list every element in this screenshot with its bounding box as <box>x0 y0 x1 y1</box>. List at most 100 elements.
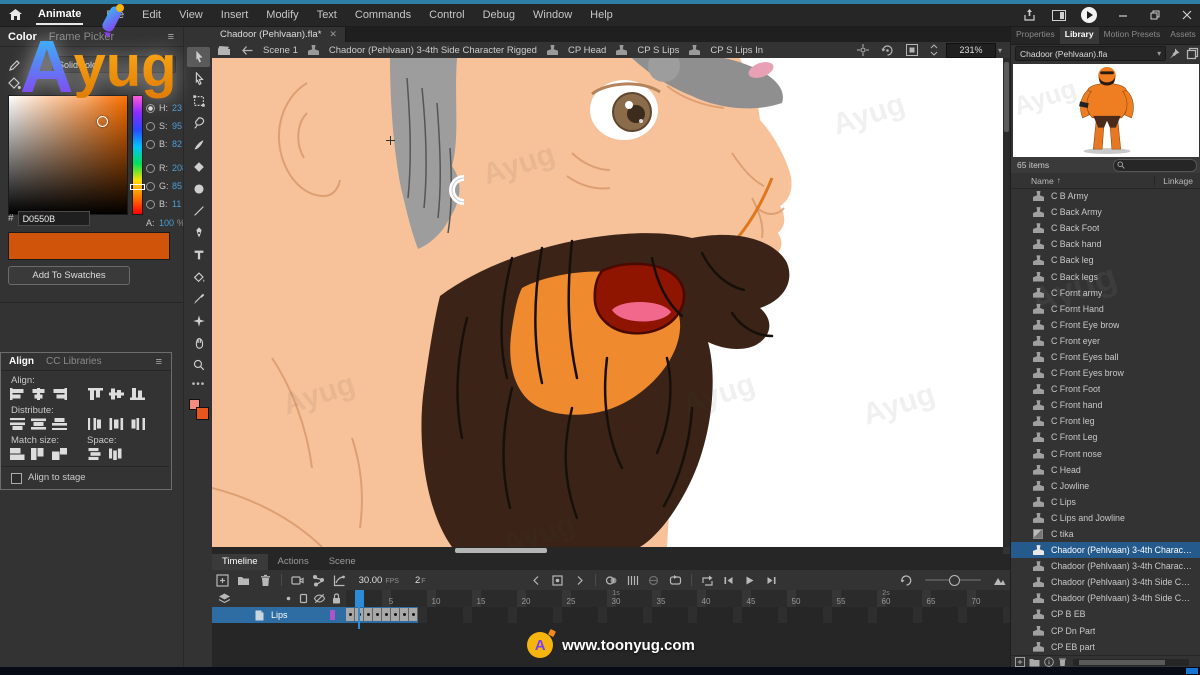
loop-range-icon[interactable] <box>698 572 717 588</box>
hex-value-field[interactable]: D0550B <box>18 211 90 226</box>
new-library-panel-icon[interactable] <box>1185 46 1200 62</box>
library-search-input[interactable] <box>1113 159 1197 172</box>
match-height-button[interactable] <box>30 447 47 460</box>
zoom-level-field[interactable]: 231% <box>946 43 996 58</box>
vscroll-thumb[interactable] <box>1004 62 1009 132</box>
breadcrumb-symbol-4[interactable]: CP S Lips In <box>710 45 763 56</box>
timeline-zoom-knob[interactable] <box>949 575 960 586</box>
blue-radio[interactable] <box>146 200 155 209</box>
tool-eraser[interactable] <box>187 157 210 177</box>
hscroll-thumb[interactable] <box>455 548 547 553</box>
menu-insert[interactable]: Insert <box>221 9 249 21</box>
keyframe[interactable] <box>400 608 409 621</box>
tool-zoom[interactable] <box>187 355 210 375</box>
previous-keyframe-icon[interactable] <box>527 572 546 588</box>
tool-fluid-brush[interactable] <box>187 135 210 155</box>
current-frame-value[interactable]: 2 <box>415 575 420 586</box>
insert-keyframe-icon[interactable] <box>548 572 567 588</box>
list-item[interactable]: C Back hand <box>1011 236 1200 252</box>
tab-color[interactable]: Color <box>8 31 37 43</box>
delete-icon[interactable] <box>256 572 275 588</box>
center-stage-icon[interactable] <box>857 44 869 56</box>
tab-actions[interactable]: Actions <box>268 554 319 570</box>
menu-modify[interactable]: Modify <box>266 9 298 21</box>
tool-eyedropper[interactable] <box>187 289 210 309</box>
menu-window[interactable]: Window <box>533 9 572 21</box>
list-item[interactable]: C Front eyer <box>1011 333 1200 349</box>
edit-multiple-frames-icon[interactable] <box>644 572 663 588</box>
sort-ascending-icon[interactable]: ↑ <box>1057 176 1061 185</box>
hue-slider-handle[interactable] <box>130 184 145 190</box>
menu-debug[interactable]: Debug <box>483 9 515 21</box>
list-item[interactable]: CP EB part <box>1011 639 1200 655</box>
tool-subselection[interactable] <box>187 69 210 89</box>
match-both-button[interactable] <box>51 447 68 460</box>
list-item[interactable]: C Front Eyes ball <box>1011 349 1200 365</box>
keyframe[interactable] <box>409 608 418 621</box>
list-item[interactable]: Chadoor (Pehlvaan) 3-4th Side Cha... <box>1011 574 1200 590</box>
tab-properties[interactable]: Properties <box>1011 27 1060 44</box>
menu-edit[interactable]: Edit <box>142 9 161 21</box>
restore-button[interactable] <box>1142 7 1168 23</box>
keyframe[interactable] <box>364 608 373 621</box>
rotate-stage-icon[interactable] <box>881 44 894 56</box>
library-hscrollbar[interactable] <box>1073 659 1189 666</box>
list-item[interactable]: C Front Eye brow <box>1011 317 1200 333</box>
list-item[interactable]: C Back legs <box>1011 268 1200 284</box>
list-item[interactable]: CP B EB <box>1011 606 1200 622</box>
tool-oval[interactable] <box>187 179 210 199</box>
current-color-swatch[interactable] <box>8 232 170 260</box>
list-item[interactable]: C Front leg <box>1011 413 1200 429</box>
hide-layers-icon[interactable] <box>312 591 327 607</box>
tool-selection[interactable] <box>187 47 210 67</box>
step-forward-icon[interactable] <box>762 572 781 588</box>
tab-library[interactable]: Library <box>1060 27 1099 44</box>
item-properties-icon[interactable] <box>1044 657 1054 667</box>
align-center-v-button[interactable] <box>108 387 125 400</box>
new-symbol-icon[interactable] <box>1015 657 1025 667</box>
workspace-icon[interactable] <box>1048 7 1070 23</box>
list-item[interactable]: C Front Eyes brow <box>1011 365 1200 381</box>
fill-color-icon[interactable] <box>8 77 21 90</box>
match-width-button[interactable] <box>9 447 26 460</box>
back-arrow-icon[interactable] <box>242 46 253 55</box>
tab-motion-presets[interactable]: Motion Presets <box>1099 27 1166 44</box>
parenting-view-icon[interactable] <box>309 572 328 588</box>
library-document-dropdown[interactable]: Chadoor (Pehlvaan).fla▾ <box>1015 46 1166 61</box>
list-item[interactable]: C B Army <box>1011 188 1200 204</box>
frames-view-icon[interactable] <box>990 572 1009 588</box>
fps-value[interactable]: 30.00 <box>359 575 383 586</box>
reset-timeline-zoom-icon[interactable] <box>897 572 916 588</box>
onion-skin-icon[interactable] <box>602 572 621 588</box>
library-hscroll-thumb[interactable] <box>1079 660 1165 665</box>
onion-skin-outlines-icon[interactable] <box>623 572 642 588</box>
align-left-button[interactable] <box>9 387 26 400</box>
tool-text[interactable] <box>187 245 210 265</box>
space-vertical-button[interactable] <box>87 447 104 460</box>
menu-text[interactable]: Text <box>317 9 337 21</box>
list-item[interactable]: C Head <box>1011 462 1200 478</box>
fill-color-swatch[interactable] <box>196 407 209 420</box>
align-top-button[interactable] <box>87 387 104 400</box>
share-icon[interactable] <box>1018 7 1040 23</box>
green-radio[interactable] <box>146 182 155 191</box>
keyframe[interactable] <box>382 608 391 621</box>
tool-asset-warp[interactable] <box>187 311 210 331</box>
lock-layers-icon[interactable] <box>329 591 344 607</box>
stroke-color-icon[interactable] <box>8 59 21 72</box>
keyframe[interactable] <box>373 608 382 621</box>
add-to-swatches-button[interactable]: Add To Swatches <box>8 266 130 285</box>
test-movie-icon[interactable] <box>1078 7 1100 23</box>
keyframe[interactable] <box>391 608 400 621</box>
align-panel-menu-icon[interactable]: ≡ <box>156 356 163 368</box>
tab-scene[interactable]: Scene <box>319 554 366 570</box>
saturation-brightness-picker[interactable] <box>8 95 128 215</box>
menu-control[interactable]: Control <box>429 9 464 21</box>
tab-align[interactable]: Align <box>9 356 34 367</box>
tool-lasso[interactable] <box>187 113 210 133</box>
list-item[interactable]: C Back Foot <box>1011 220 1200 236</box>
distribute-left-button[interactable] <box>87 417 104 430</box>
tab-timeline[interactable]: Timeline <box>212 554 268 570</box>
panel-menu-icon[interactable]: ≡ <box>168 31 175 43</box>
tool-line[interactable] <box>187 201 210 221</box>
